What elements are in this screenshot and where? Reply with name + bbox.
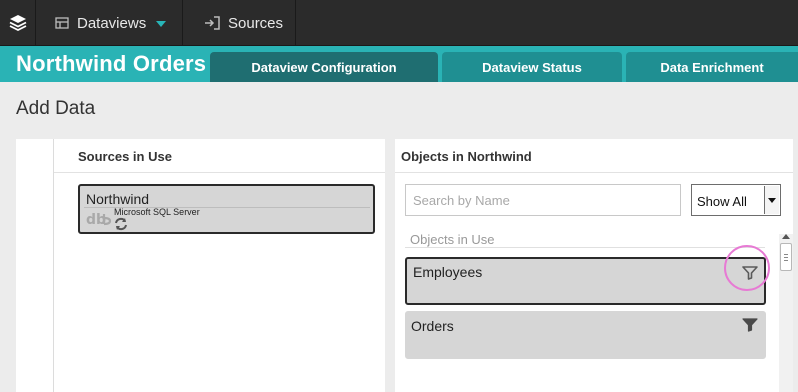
source-type: Microsoft SQL Server [114, 207, 200, 217]
sources-panel [16, 139, 385, 392]
dataview-title: Northwind Orders [16, 51, 207, 76]
object-item-label: Orders [411, 318, 454, 334]
nav-sources-label: Sources [228, 14, 284, 32]
nav-sources-link[interactable]: Sources [184, 0, 296, 46]
top-nav-bar: Dataviews Sources [0, 0, 798, 46]
stack-layers-icon[interactable] [0, 0, 36, 46]
sign-in-icon [204, 16, 220, 30]
scroll-thumb[interactable] [780, 243, 792, 271]
select-value: Show All [697, 194, 747, 209]
tab-dataview-configuration[interactable]: Dataview Configuration [210, 52, 438, 82]
divider [405, 247, 765, 248]
scroll-up-arrow-icon[interactable] [782, 234, 790, 239]
page-title: Add Data [16, 98, 96, 119]
source-card-northwind[interactable]: Northwind db Microsoft SQL Server [78, 184, 375, 234]
divider [395, 172, 793, 173]
dataviews-icon [55, 16, 69, 30]
sources-panel-heading: Sources in Use [78, 149, 172, 164]
filter-filled-icon[interactable] [742, 318, 758, 332]
source-name: Northwind [86, 191, 150, 207]
tab-dataview-status[interactable]: Dataview Status [442, 52, 622, 82]
object-item-orders[interactable]: Orders [405, 311, 766, 359]
object-item-employees[interactable]: Employees [405, 257, 766, 305]
chevron-down-icon [156, 21, 167, 27]
database-icon: db [86, 210, 112, 228]
select-dropdown-button[interactable] [764, 186, 779, 214]
refresh-icon[interactable] [113, 217, 129, 231]
object-item-label: Employees [413, 264, 483, 280]
tab-data-enrichment[interactable]: Data Enrichment [626, 52, 798, 82]
objects-in-use-label: Objects in Use [410, 232, 495, 247]
panel-divider [53, 139, 54, 392]
search-input[interactable] [405, 184, 681, 216]
objects-scrollbar[interactable] [779, 234, 793, 392]
divider [54, 172, 385, 173]
nav-dataviews-menu[interactable]: Dataviews [37, 0, 183, 46]
objects-panel-heading: Objects in Northwind [401, 149, 532, 164]
highlight-ring [724, 245, 770, 291]
nav-dataviews-label: Dataviews [77, 14, 147, 32]
chevron-down-icon [768, 197, 776, 203]
show-filter-select[interactable]: Show All [691, 184, 781, 216]
